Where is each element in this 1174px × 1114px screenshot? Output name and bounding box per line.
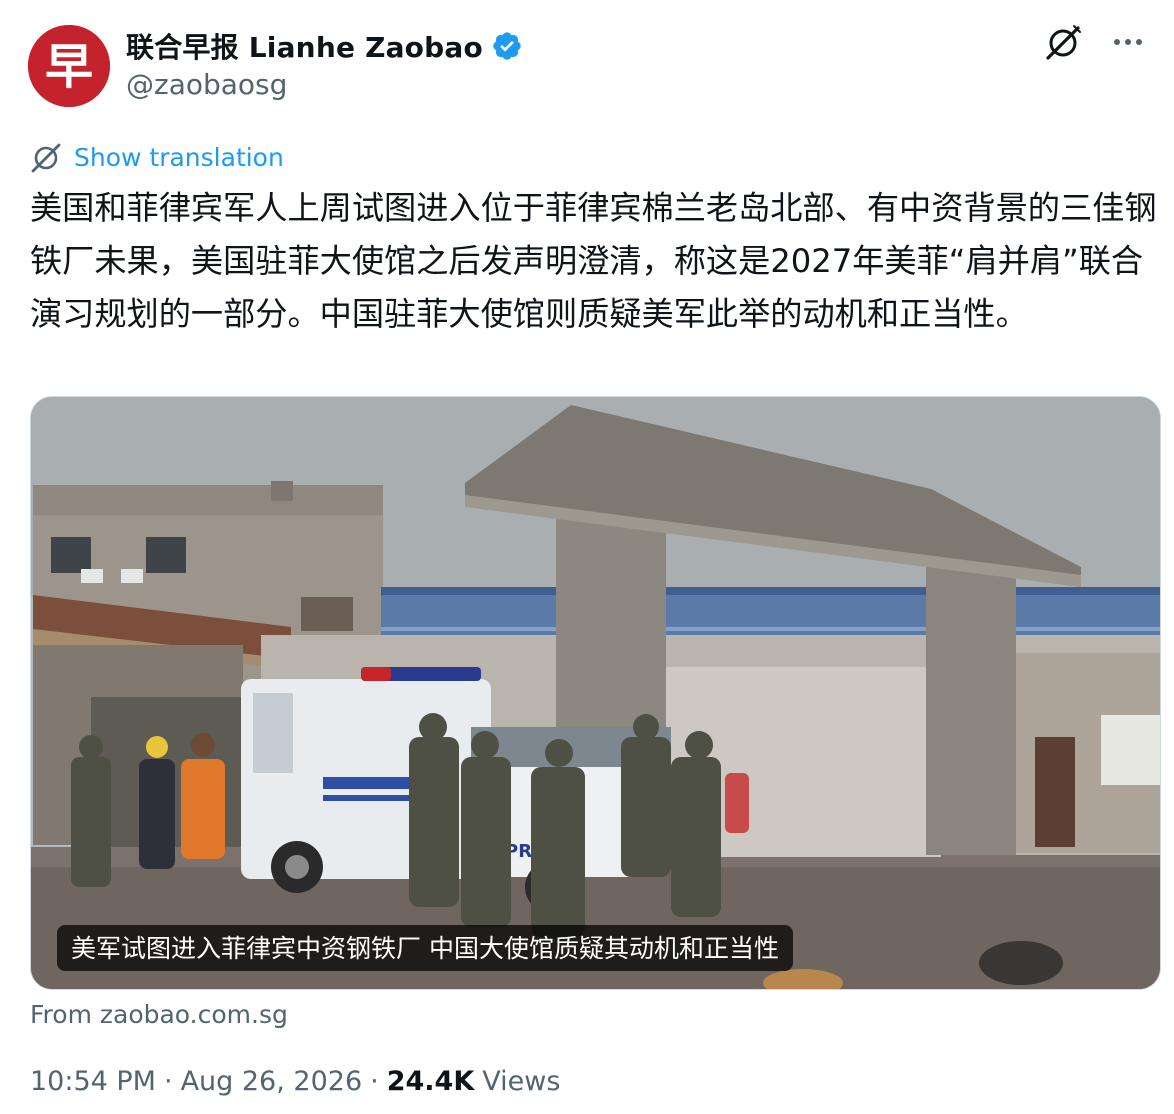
verified-badge-icon[interactable] xyxy=(491,30,523,62)
news-photo: PRO xyxy=(31,397,1160,989)
avatar[interactable]: 早 xyxy=(28,25,110,107)
top-actions xyxy=(1044,22,1148,62)
name-row: 联合早报 Lianhe Zaobao xyxy=(126,26,523,66)
display-name[interactable]: 联合早报 Lianhe Zaobao xyxy=(126,26,483,66)
views-count: 24.4K xyxy=(386,1066,475,1097)
show-translation-link[interactable]: Show translation xyxy=(74,143,284,172)
tweet-media[interactable]: PRO 美军试图进入菲律宾中资钢铁厂 中国大使馆质疑其动机和正当性 xyxy=(30,396,1161,990)
avatar-glyph: 早 xyxy=(45,39,93,95)
tweet-meta: 10:54 PM · Aug 26, 2026 · 24.4K Views xyxy=(30,1066,560,1097)
card-source[interactable]: From zaobao.com.sg xyxy=(30,1000,288,1029)
translate-row: Show translation xyxy=(30,140,284,174)
tweet-header: 早 联合早报 Lianhe Zaobao @zaobaosg xyxy=(28,22,1148,107)
tweet-time[interactable]: 10:54 PM xyxy=(30,1066,156,1097)
meta-separator: · xyxy=(370,1066,379,1097)
avatar-logo: 早 xyxy=(28,25,110,107)
tweet-date[interactable]: Aug 26, 2026 xyxy=(181,1066,363,1097)
grok-icon[interactable] xyxy=(1044,22,1084,62)
tweet-text: 美国和菲律宾军人上周试图进入位于菲律宾棉兰老岛北部、有中资背景的三佳钢铁厂未果，… xyxy=(30,189,1157,333)
media-caption: 美军试图进入菲律宾中资钢铁厂 中国大使馆质疑其动机和正当性 xyxy=(57,925,793,971)
grok-translate-icon xyxy=(31,143,61,173)
more-icon[interactable] xyxy=(1108,22,1148,62)
views-label: Views xyxy=(482,1066,561,1097)
user-handle[interactable]: @zaobaosg xyxy=(126,68,287,101)
meta-separator: · xyxy=(163,1066,173,1097)
